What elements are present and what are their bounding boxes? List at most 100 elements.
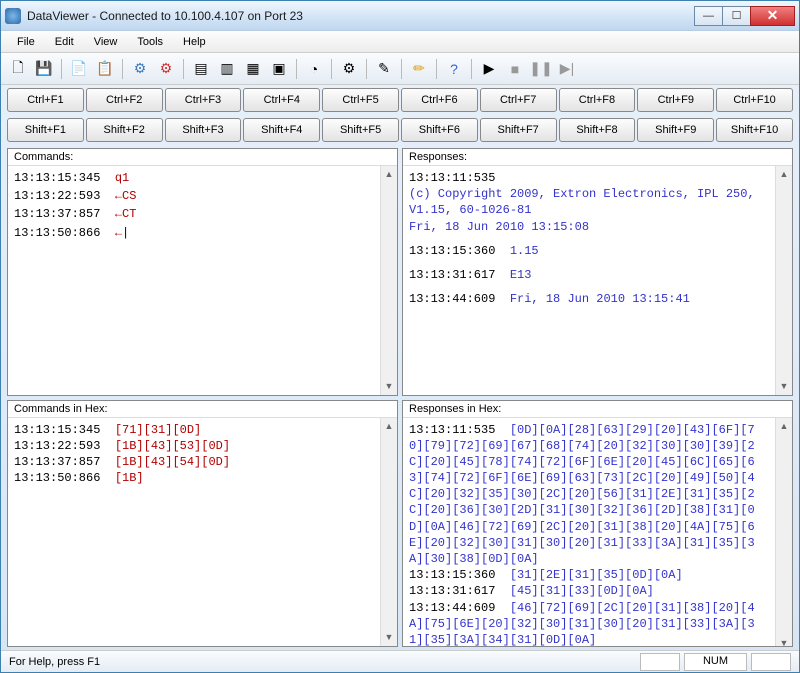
list-icon[interactable]: ▦: [242, 58, 264, 80]
command-row: 13:13:15:345 q1: [14, 170, 374, 186]
stop-icon[interactable]: ■: [504, 58, 526, 80]
scrollbar[interactable]: ▲ ▼: [380, 418, 397, 647]
connect-icon[interactable]: ⚙: [129, 58, 151, 80]
next-icon[interactable]: ▶|: [556, 58, 578, 80]
shortcut-shift-f6[interactable]: Shift+F6: [401, 118, 478, 142]
command-row: 13:13:37:857 ←CT: [14, 206, 374, 222]
gear-icon[interactable]: ⚙: [338, 58, 360, 80]
maximize-button[interactable]: ☐: [722, 6, 751, 26]
close-button[interactable]: ✕: [750, 6, 795, 26]
response-hex-row: 13:13:11:535 [0D][0A][28][63][29][20][43…: [409, 422, 769, 568]
commands-hex-header: Commands in Hex:: [8, 401, 397, 418]
clock-icon[interactable]: ◔: [303, 58, 325, 80]
shortcut-ctrl-f1[interactable]: Ctrl+F1: [7, 88, 84, 112]
toolbar: 🗋 💾 📄 📋 ⚙ ⚙ ▤ ▥ ▦ ▣ ◔ ⚙ ✎ ✏ ? ▶ ■ ❚❚ ▶|: [1, 53, 799, 85]
columns-alt-icon[interactable]: ▥: [216, 58, 238, 80]
status-cell-empty: [640, 653, 680, 671]
menu-edit[interactable]: Edit: [45, 33, 84, 51]
commands-hex-body[interactable]: 13:13:15:345 [71][31][0D]13:13:22:593 [1…: [8, 418, 380, 647]
menu-view[interactable]: View: [84, 33, 128, 51]
shortcut-shift-f10[interactable]: Shift+F10: [716, 118, 793, 142]
statusbar: For Help, press F1 NUM: [1, 650, 799, 672]
toolbar-separator: [122, 59, 123, 79]
shortcut-shift-f5[interactable]: Shift+F5: [322, 118, 399, 142]
scroll-down-icon[interactable]: ▼: [776, 635, 792, 647]
grid-icon[interactable]: ▣: [268, 58, 290, 80]
toolbar-separator: [183, 59, 184, 79]
menu-help[interactable]: Help: [173, 33, 216, 51]
commands-pane: Commands: 13:13:15:345 q113:13:22:593 ←C…: [7, 148, 398, 396]
commands-body[interactable]: 13:13:15:345 q1 13:13:22:593 ←CS 13:13:37:…: [8, 166, 380, 395]
window-controls: — ☐ ✕: [695, 6, 795, 26]
responses-pane: Responses: 13:13:11:535(c) Copyright 200…: [402, 148, 793, 396]
copy-icon[interactable]: 📄: [68, 58, 90, 80]
scrollbar[interactable]: ▲ ▼: [775, 166, 792, 395]
response-block: 13:13:15:360 1.15: [409, 243, 769, 259]
panes-grid: Commands: 13:13:15:345 q113:13:22:593 ←C…: [1, 145, 799, 650]
status-cell-empty: [751, 653, 791, 671]
shortcut-ctrl-f7[interactable]: Ctrl+F7: [480, 88, 557, 112]
shortcut-shift-f2[interactable]: Shift+F2: [86, 118, 163, 142]
save-icon[interactable]: 💾: [33, 58, 55, 80]
command-hex-row: 13:13:15:345 [71][31][0D]: [14, 422, 374, 438]
shortcut-shift-f9[interactable]: Shift+F9: [637, 118, 714, 142]
shortcut-row-shift: Shift+F1Shift+F2Shift+F3Shift+F4Shift+F5…: [1, 115, 799, 145]
command-hex-row: 13:13:50:866 [1B]: [14, 470, 374, 486]
pause-icon[interactable]: ❚❚: [530, 58, 552, 80]
shortcut-ctrl-f2[interactable]: Ctrl+F2: [86, 88, 163, 112]
window-title: DataViewer - Connected to 10.100.4.107 o…: [27, 9, 695, 23]
app-icon: [5, 8, 21, 24]
toolbar-separator: [296, 59, 297, 79]
response-block: 13:13:44:609 Fri, 18 Jun 2010 13:15:41: [409, 291, 769, 307]
toolbar-separator: [471, 59, 472, 79]
status-help-text: For Help, press F1: [9, 656, 636, 668]
command-row: 13:13:22:593 ←CS: [14, 188, 374, 204]
columns-icon[interactable]: ▤: [190, 58, 212, 80]
shortcut-shift-f1[interactable]: Shift+F1: [7, 118, 84, 142]
scroll-up-icon[interactable]: ▲: [381, 166, 397, 183]
paste-icon[interactable]: 📋: [94, 58, 116, 80]
responses-hex-pane: Responses in Hex: 13:13:11:535 [0D][0A][…: [402, 400, 793, 648]
shortcut-shift-f3[interactable]: Shift+F3: [165, 118, 242, 142]
application-window: DataViewer - Connected to 10.100.4.107 o…: [0, 0, 800, 673]
shortcut-shift-f4[interactable]: Shift+F4: [243, 118, 320, 142]
shortcut-ctrl-f3[interactable]: Ctrl+F3: [165, 88, 242, 112]
scrollbar[interactable]: ▲ ▼: [775, 418, 792, 648]
scroll-down-icon[interactable]: ▼: [776, 378, 792, 395]
help-icon[interactable]: ?: [443, 58, 465, 80]
response-hex-row: 13:13:15:360 [31][2E][31][35][0D][0A]: [409, 567, 769, 583]
pencil-icon[interactable]: ✏: [408, 58, 430, 80]
minimize-button[interactable]: —: [694, 6, 723, 26]
play-icon[interactable]: ▶: [478, 58, 500, 80]
shortcut-ctrl-f8[interactable]: Ctrl+F8: [559, 88, 636, 112]
response-hex-row: 13:13:44:609 [46][72][69][2C][20][31][38…: [409, 600, 769, 647]
toolbar-separator: [401, 59, 402, 79]
scroll-down-icon[interactable]: ▼: [381, 378, 397, 395]
shortcut-ctrl-f6[interactable]: Ctrl+F6: [401, 88, 478, 112]
responses-hex-body[interactable]: 13:13:11:535 [0D][0A][28][63][29][20][43…: [403, 418, 775, 648]
responses-body[interactable]: 13:13:11:535(c) Copyright 2009, Extron E…: [403, 166, 775, 395]
scroll-up-icon[interactable]: ▲: [381, 418, 397, 435]
responses-hex-header: Responses in Hex:: [403, 401, 792, 418]
menu-tools[interactable]: Tools: [127, 33, 173, 51]
scroll-up-icon[interactable]: ▲: [776, 166, 792, 183]
titlebar: DataViewer - Connected to 10.100.4.107 o…: [1, 1, 799, 31]
edit-icon[interactable]: ✎: [373, 58, 395, 80]
shortcut-ctrl-f10[interactable]: Ctrl+F10: [716, 88, 793, 112]
menu-file[interactable]: File: [7, 33, 45, 51]
shortcut-shift-f7[interactable]: Shift+F7: [480, 118, 557, 142]
shortcut-ctrl-f5[interactable]: Ctrl+F5: [322, 88, 399, 112]
shortcut-ctrl-f4[interactable]: Ctrl+F4: [243, 88, 320, 112]
shortcut-ctrl-f9[interactable]: Ctrl+F9: [637, 88, 714, 112]
response-block: 13:13:11:535(c) Copyright 2009, Extron E…: [409, 170, 769, 235]
new-file-icon[interactable]: 🗋: [7, 58, 29, 80]
shortcut-shift-f8[interactable]: Shift+F8: [559, 118, 636, 142]
commands-hex-pane: Commands in Hex: 13:13:15:345 [71][31][0…: [7, 400, 398, 648]
scroll-down-icon[interactable]: ▼: [381, 629, 397, 646]
command-hex-row: 13:13:22:593 [1B][43][53][0D]: [14, 438, 374, 454]
scrollbar[interactable]: ▲ ▼: [380, 166, 397, 395]
scroll-up-icon[interactable]: ▲: [776, 418, 792, 435]
disconnect-icon[interactable]: ⚙: [155, 58, 177, 80]
responses-header: Responses:: [403, 149, 792, 166]
toolbar-separator: [366, 59, 367, 79]
